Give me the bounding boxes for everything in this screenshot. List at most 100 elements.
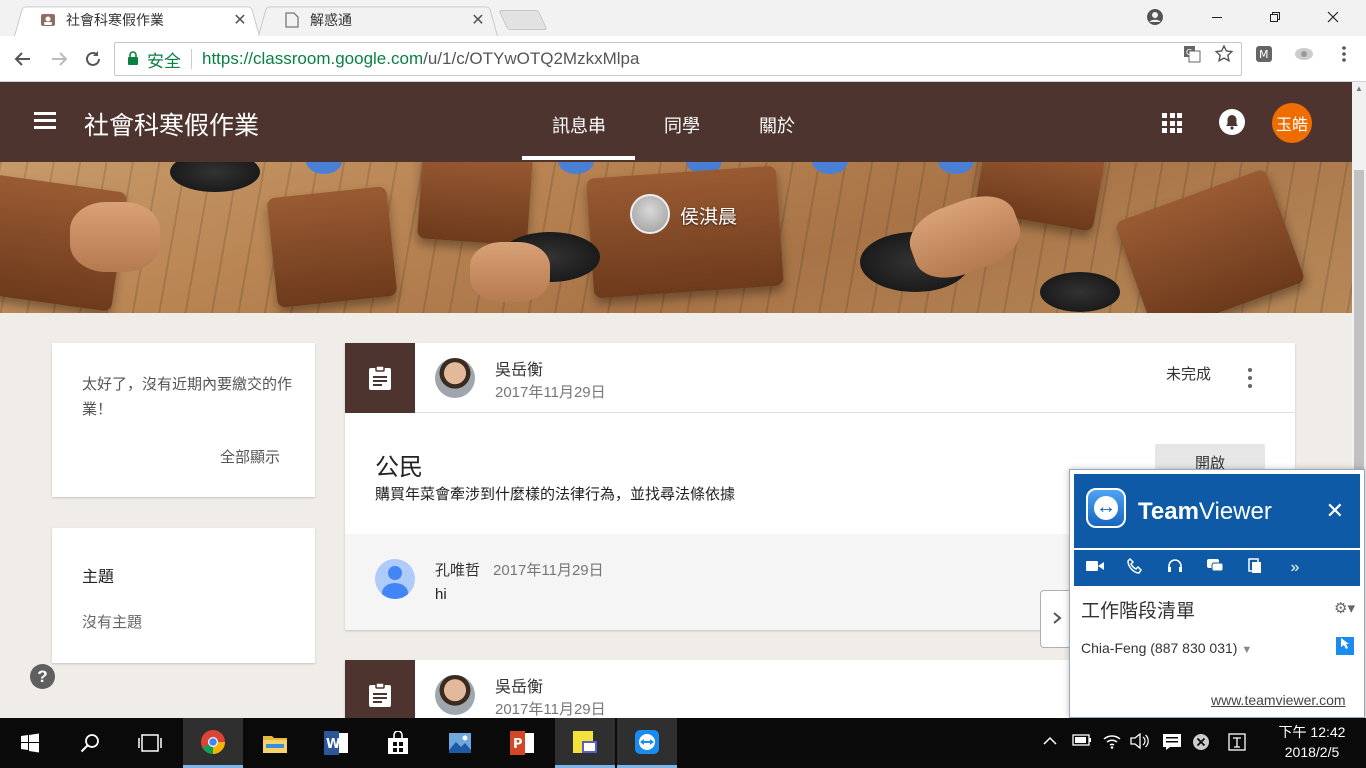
topics-empty: 沒有主題 <box>82 614 143 631</box>
post-author: 吳岳衡 <box>495 679 544 696</box>
comment-author: 孔唯哲 <box>435 562 481 579</box>
chevron-down-icon: ▼ <box>1241 644 1253 656</box>
new-tab-button[interactable] <box>498 10 548 30</box>
scroll-up-icon[interactable]: ▲ <box>1352 84 1366 98</box>
tab-close-icon[interactable]: ✕ <box>232 10 248 30</box>
presenter-avatar <box>630 194 670 234</box>
minimize-icon[interactable] <box>1188 0 1246 34</box>
tab-title: 社會科寒假作業 <box>66 12 164 28</box>
page-title[interactable]: 社會科寒假作業 <box>84 106 259 142</box>
assignment-icon <box>345 660 415 718</box>
post-date: 2017年11月29日 <box>495 384 606 401</box>
maximize-icon[interactable] <box>1246 0 1304 34</box>
banner-seat <box>1114 168 1306 313</box>
wifi-icon[interactable] <box>1102 733 1122 753</box>
taskbar-clock[interactable]: 下午 12:42 2018/2/5 <box>1272 722 1352 762</box>
back-icon[interactable] <box>10 46 36 72</box>
teamviewer-collapse-handle[interactable] <box>1040 590 1072 648</box>
word-icon[interactable]: W <box>306 718 366 768</box>
photos-app-icon[interactable] <box>430 718 490 768</box>
volume-icon[interactable] <box>1130 732 1150 753</box>
translate-icon[interactable]: G <box>1182 44 1202 64</box>
extension-eye-icon[interactable] <box>1294 44 1314 64</box>
headset-icon[interactable] <box>1162 558 1188 579</box>
more-tools-icon[interactable]: » <box>1282 559 1308 577</box>
store-icon[interactable] <box>368 718 428 768</box>
video-icon[interactable] <box>1082 559 1108 577</box>
teamviewer-close-icon[interactable]: ✕ <box>1326 498 1344 524</box>
user-avatar[interactable]: 玉皓 <box>1272 103 1312 143</box>
search-icon[interactable] <box>60 718 120 768</box>
assignment-description: 購買年菜會牽涉到什麼樣的法律行為，並找尋法條依據 <box>375 486 736 503</box>
forward-icon[interactable] <box>46 46 72 72</box>
phone-icon[interactable] <box>1122 557 1148 579</box>
post-author: 吳岳衡 <box>495 362 544 379</box>
status-badge: 未完成 <box>1166 366 1212 383</box>
author-avatar[interactable] <box>435 675 475 715</box>
teamviewer-link[interactable]: www.teamviewer.com <box>1211 692 1346 708</box>
tray-chevron-icon[interactable] <box>1042 733 1058 750</box>
clock-time: 下午 12:42 <box>1278 724 1346 740</box>
tab-close-icon[interactable]: ✕ <box>470 10 486 30</box>
tray-close-icon[interactable] <box>1192 733 1210 755</box>
battery-icon[interactable] <box>1072 733 1092 750</box>
profile-icon[interactable] <box>1126 0 1184 34</box>
scrollbar-thumb[interactable] <box>1354 170 1364 470</box>
hamburger-menu-icon[interactable] <box>34 112 56 130</box>
tab-title: 解惑通 <box>310 12 352 28</box>
session-partner[interactable]: Chia-Feng (887 830 031) ▼ <box>1081 640 1252 656</box>
teamviewer-taskbar-icon[interactable] <box>617 718 677 768</box>
notification-bell-icon[interactable] <box>1219 109 1245 135</box>
windows-start-icon[interactable] <box>0 718 60 768</box>
notifications-icon[interactable] <box>1162 733 1182 755</box>
screen: 社會科寒假作業 ✕ 解惑通 ✕ 安全 https://classroom.goo… <box>0 0 1366 768</box>
teamviewer-header: TeamViewer ✕ <box>1074 474 1360 548</box>
bookmark-star-icon[interactable] <box>1214 44 1234 64</box>
banner-avatar <box>938 162 974 174</box>
tab-stream[interactable]: 訊息串 <box>552 112 606 138</box>
author-avatar[interactable] <box>435 358 475 398</box>
tab-about[interactable]: 關於 <box>759 112 795 138</box>
assignment-title[interactable]: 公民 <box>375 447 423 482</box>
tab-classroom[interactable]: 社會科寒假作業 ✕ <box>14 4 260 37</box>
gear-icon[interactable]: ⚙▾ <box>1334 599 1355 617</box>
view-all-link[interactable]: 全部顯示 <box>220 446 280 467</box>
post-date: 2017年11月29日 <box>495 701 606 718</box>
post-header: 吳岳衡 2017年11月29日 未完成 <box>345 343 1295 413</box>
svg-text:G: G <box>1186 48 1192 57</box>
remote-control-icon[interactable] <box>1336 637 1354 655</box>
windows-taskbar: W P 下午 12:42 2018/2/5 <box>0 718 1366 768</box>
banner-avatar <box>812 162 848 174</box>
close-window-icon[interactable] <box>1304 0 1362 34</box>
classroom-favicon-icon <box>40 12 56 28</box>
address-bar[interactable]: 安全 https://classroom.google.com/u/1/c/OT… <box>114 42 1242 76</box>
presenter-name: 侯淇晨 <box>680 207 738 228</box>
upcoming-text: 太好了，沒有近期內要繳交的作業！ <box>82 376 293 418</box>
banner-seat <box>416 162 534 246</box>
pinned-app-icon[interactable] <box>555 718 615 768</box>
svg-text:P: P <box>513 737 523 752</box>
ime-icon[interactable] <box>1228 733 1246 755</box>
more-options-icon[interactable] <box>1248 368 1252 392</box>
clock-date: 2018/2/5 <box>1284 744 1340 760</box>
banner-seat-base <box>170 162 260 192</box>
classroom-header: 社會科寒假作業 訊息串 同學 關於 玉皓 <box>0 82 1352 162</box>
tab-jiehuotong[interactable]: 解惑通 ✕ <box>258 4 498 37</box>
file-icon[interactable] <box>1242 557 1268 579</box>
document-favicon-icon <box>284 12 300 28</box>
chrome-menu-icon[interactable] <box>1334 44 1354 64</box>
tab-students[interactable]: 同學 <box>664 112 700 138</box>
chat-icon[interactable] <box>1202 558 1228 579</box>
help-icon[interactable]: ? <box>30 664 55 689</box>
file-explorer-icon[interactable] <box>245 718 305 768</box>
reload-icon[interactable] <box>80 46 106 72</box>
chrome-taskbar-icon[interactable] <box>183 718 243 768</box>
banner-desk <box>70 202 160 272</box>
task-view-icon[interactable] <box>120 718 180 768</box>
banner-seat-base <box>1040 272 1120 312</box>
extension-icon[interactable]: M <box>1254 44 1274 64</box>
assignment-icon <box>345 343 415 413</box>
powerpoint-icon[interactable]: P <box>492 718 552 768</box>
comment-date: 2017年11月29日 <box>493 562 604 579</box>
google-apps-icon[interactable] <box>1162 113 1182 133</box>
